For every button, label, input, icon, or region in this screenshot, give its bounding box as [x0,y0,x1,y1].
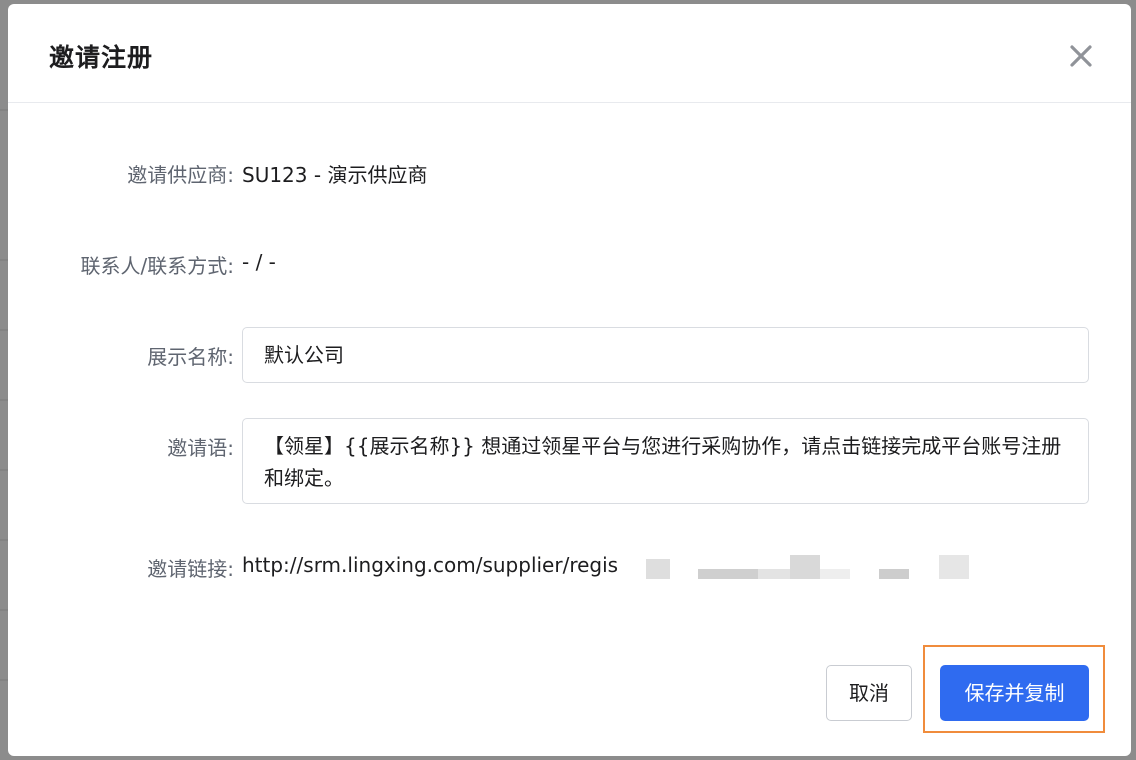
invite-message-textarea[interactable]: 【领星】{{展示名称}} 想通过领星平台与您进行采购协作，请点击链接完成平台账号… [242,418,1089,504]
dialog-title: 邀请注册 [49,43,154,72]
highlight-annotation [923,645,1105,733]
cancel-button[interactable]: 取消 [826,665,912,721]
close-button[interactable] [1067,42,1095,70]
invite-link-value: http://srm.lingxing.com/supplier/regis [242,553,619,577]
contact-value: - / - [242,250,276,274]
display-name-label: 展示名称: [147,345,234,369]
display-name-input[interactable]: 默认公司 [242,327,1089,383]
supplier-value: SU123 - 演示供应商 [242,163,428,187]
dialog-header: 邀请注册 [8,4,1131,103]
invite-message-label: 邀请语: [167,436,234,460]
invite-link-label: 邀请链接: [147,557,234,581]
close-icon [1070,45,1092,67]
invite-register-dialog: 邀请注册 邀请供应商: SU123 - 演示供应商 联系人/联系方式: - / … [8,4,1131,756]
contact-label: 联系人/联系方式: [80,254,234,278]
supplier-label: 邀请供应商: [127,163,234,187]
